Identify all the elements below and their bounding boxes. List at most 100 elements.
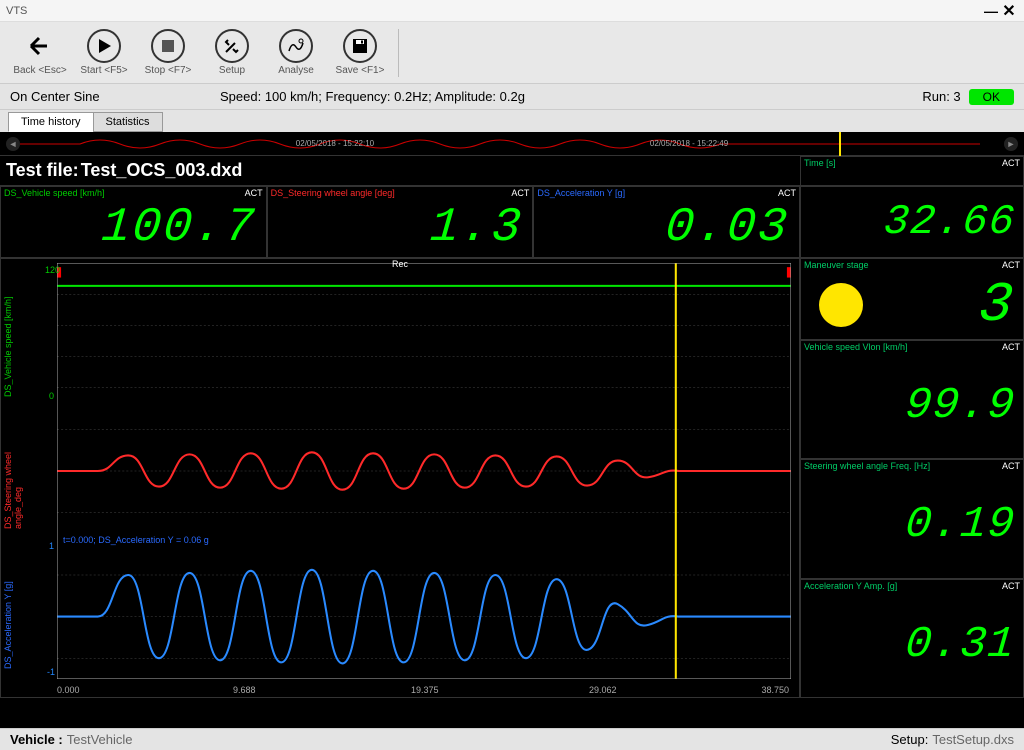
ytick-speed-top: 120 xyxy=(45,265,60,275)
act-badge: ACT xyxy=(1002,342,1020,352)
act-badge: ACT xyxy=(511,188,529,198)
ylabel-steering: DS_Steering wheel angle_deg xyxy=(3,409,23,529)
act-badge: ACT xyxy=(778,188,796,198)
stop-label: Stop <F7> xyxy=(136,65,200,76)
readout-steering: DS_Steering wheel angle [deg] ACT 1.3 xyxy=(267,186,534,258)
ok-button[interactable]: OK xyxy=(969,89,1014,105)
right-column: Time [s] ACT 32.66 Maneuver stage ACT 3 Ve… xyxy=(800,156,1024,698)
rec-label: Rec xyxy=(392,259,408,269)
test-file-row: Test file: Test_OCS_003.dxd xyxy=(0,156,800,186)
chart-svg xyxy=(57,263,791,679)
analyse-label: Analyse xyxy=(264,65,328,76)
side-amp-value: 0.31 xyxy=(796,592,1024,697)
overview-ts-right: 02/05/2018 - 15:22:49 xyxy=(650,139,728,148)
toolbar-separator xyxy=(398,29,399,77)
readout-steering-label: DS_Steering wheel angle [deg] xyxy=(271,188,395,198)
tab-bar: Time history Statistics xyxy=(0,110,1024,132)
window-title: VTS xyxy=(6,5,982,17)
back-button[interactable]: Back <Esc> xyxy=(8,29,72,76)
chart-annotation: t=0.000; DS_Acceleration Y = 0.06 g xyxy=(63,535,209,545)
minimize-button[interactable]: — xyxy=(982,3,1000,19)
stop-button[interactable]: Stop <F7> xyxy=(136,29,200,76)
start-button[interactable]: Start <F5> xyxy=(72,29,136,76)
side-time-value: 32.66 xyxy=(798,187,1024,257)
save-button[interactable]: Save <F1> xyxy=(328,29,392,76)
back-arrow-icon xyxy=(23,29,57,63)
save-label: Save <F1> xyxy=(328,65,392,76)
act-badge: ACT xyxy=(1002,158,1020,168)
side-stage: Maneuver stage ACT 3 xyxy=(800,258,1024,340)
status-setup-label: Setup: xyxy=(891,732,929,747)
xtick-4: 38.750 xyxy=(761,685,789,695)
readout-speed-label: DS_Vehicle speed [km/h] xyxy=(4,188,105,198)
side-stage-label: Maneuver stage xyxy=(804,260,869,270)
overview-strip[interactable]: ◄ 02/05/2018 - 15:22:10 02/05/2018 - 15:… xyxy=(0,132,1024,156)
side-amp-label: Acceleration Y Amp. [g] xyxy=(804,581,897,591)
ytick-accel-bot: -1 xyxy=(47,667,55,677)
test-file-label: Test file: xyxy=(6,160,79,181)
act-badge: ACT xyxy=(1002,461,1020,471)
setup-button[interactable]: Setup xyxy=(200,29,264,76)
side-freq-label: Steering wheel angle Freq. [Hz] xyxy=(804,461,930,471)
overview-wave xyxy=(20,132,980,156)
xtick-3: 29.062 xyxy=(589,685,617,695)
setup-label: Setup xyxy=(200,65,264,76)
overview-left-arrow-icon[interactable]: ◄ xyxy=(6,137,20,151)
side-time-label: Time [s] xyxy=(804,158,836,168)
status-vehicle-label: Vehicle : xyxy=(10,732,63,747)
ylabel-accel: DS_Acceleration Y [g] xyxy=(3,549,13,669)
start-label: Start <F5> xyxy=(72,65,136,76)
act-badge: ACT xyxy=(1002,581,1020,591)
analyse-icon xyxy=(279,29,313,63)
side-vlon-label: Vehicle speed Vlon [km/h] xyxy=(804,342,908,352)
ytick-accel-top: 1 xyxy=(49,541,54,551)
main-grid: Test file: Test_OCS_003.dxd DS_Vehicle s… xyxy=(0,156,1024,698)
toolbar: Back <Esc> Start <F5> Stop <F7> Setup An… xyxy=(0,22,1024,84)
readout-accel-label: DS_Acceleration Y [g] xyxy=(537,188,625,198)
xtick-1: 9.688 xyxy=(233,685,256,695)
overview-ts-left: 02/05/2018 - 15:22:10 xyxy=(296,139,374,148)
play-icon xyxy=(87,29,121,63)
window-titlebar: VTS — ✕ xyxy=(0,0,1024,22)
ytick-speed-bot: 0 xyxy=(49,391,54,401)
test-params: Speed: 100 km/h; Frequency: 0.2Hz; Ampli… xyxy=(190,89,922,104)
side-time-header: Time [s] ACT xyxy=(800,156,1024,186)
readout-steering-value: 1.3 xyxy=(265,199,535,257)
side-freq-value: 0.19 xyxy=(796,472,1024,577)
readout-speed: DS_Vehicle speed [km/h] ACT 100.7 xyxy=(0,186,267,258)
xtick-0: 0.000 xyxy=(57,685,80,695)
readout-accel: DS_Acceleration Y [g] ACT 0.03 xyxy=(533,186,800,258)
back-label: Back <Esc> xyxy=(8,65,72,76)
side-stage-value: 3 xyxy=(977,273,1016,337)
test-file-value: Test_OCS_003.dxd xyxy=(81,160,243,181)
side-vlon-value: 99.9 xyxy=(796,353,1024,458)
close-button[interactable]: ✕ xyxy=(1000,1,1018,21)
save-icon xyxy=(343,29,377,63)
side-amp: Acceleration Y Amp. [g]ACT 0.31 xyxy=(800,579,1024,698)
readout-speed-value: 100.7 xyxy=(0,199,268,257)
status-setup: TestSetup.dxs xyxy=(932,732,1014,747)
stop-icon xyxy=(151,29,185,63)
ylabel-speed: DS_Vehicle speed [km/h] xyxy=(3,277,13,397)
overview-right-arrow-icon[interactable]: ► xyxy=(1004,137,1018,151)
tab-statistics[interactable]: Statistics xyxy=(93,112,163,132)
readout-row: DS_Vehicle speed [km/h] ACT 100.7 DS_Stee… xyxy=(0,186,800,258)
side-vlon: Vehicle speed Vlon [km/h]ACT 99.9 xyxy=(800,340,1024,459)
readout-accel-value: 0.03 xyxy=(532,199,802,257)
side-time: 32.66 xyxy=(800,186,1024,258)
run-label: Run: 3 xyxy=(922,89,960,104)
display-area: ◄ 02/05/2018 - 15:22:10 02/05/2018 - 15:… xyxy=(0,132,1024,728)
act-badge: ACT xyxy=(1002,260,1020,270)
tab-time-history[interactable]: Time history xyxy=(8,112,94,132)
xtick-2: 19.375 xyxy=(411,685,439,695)
wrench-icon xyxy=(215,29,249,63)
status-vehicle: TestVehicle xyxy=(67,732,133,747)
act-badge: ACT xyxy=(245,188,263,198)
time-history-chart[interactable]: DS_Vehicle speed [km/h] DS_Steering whee… xyxy=(0,258,800,698)
test-name: On Center Sine xyxy=(10,89,190,104)
analyse-button[interactable]: Analyse xyxy=(264,29,328,76)
stage-indicator-icon xyxy=(819,283,863,327)
status-bar: Vehicle : TestVehicle Setup: TestSetup.d… xyxy=(0,728,1024,750)
left-column: Test file: Test_OCS_003.dxd DS_Vehicle s… xyxy=(0,156,800,698)
side-freq: Steering wheel angle Freq. [Hz]ACT 0.19 xyxy=(800,459,1024,578)
